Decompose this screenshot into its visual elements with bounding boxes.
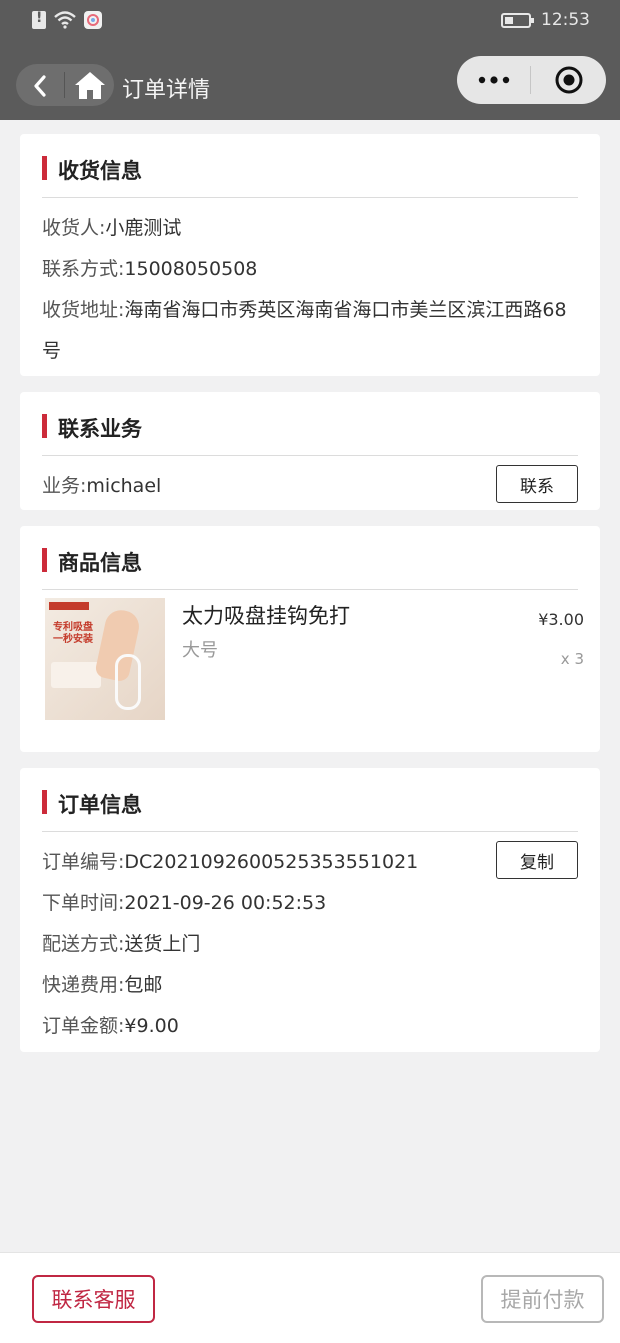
sales-contact-card: 联系业务 业务:michael 联系 [20, 392, 600, 510]
hook-illustration [115, 654, 141, 710]
more-dots-icon [478, 76, 509, 84]
app-notification-icon [84, 11, 102, 29]
status-icons-left [32, 10, 102, 29]
phone-label: 联系方式: [42, 258, 125, 280]
sim-alert-icon [32, 10, 46, 29]
battery-icon [501, 12, 534, 28]
receiver-value: 小鹿测试 [105, 217, 182, 239]
feature-icons [51, 662, 101, 688]
page-title: 订单详情 [122, 78, 211, 103]
order-time-row: 下单时间:2021-09-26 00:52:53 [42, 883, 326, 923]
status-time: 12:53 [541, 10, 590, 30]
miniprogram-capsule [457, 56, 606, 104]
status-bar: 12:53 [0, 0, 620, 44]
shipping-fee-label: 快递费用: [42, 974, 125, 996]
target-circle-icon [555, 66, 582, 94]
product-price: ¥3.00 [538, 610, 584, 629]
product-name[interactable]: 太力吸盘挂钩免打 [182, 600, 350, 630]
nav-divider [64, 72, 65, 98]
section-header: 联系业务 [42, 414, 578, 456]
order-number-value: DC2021092600525353551021 [124, 851, 419, 873]
product-image[interactable]: 专利吸盘 一秒安装 [45, 598, 165, 720]
contact-customer-service-button[interactable]: 联系客服 [32, 1275, 155, 1323]
bottom-action-bar: 联系客服 提前付款 [0, 1252, 620, 1343]
brand-tag [49, 602, 89, 610]
phone-row: 联系方式:15008050508 [42, 249, 257, 289]
section-header: 订单信息 [42, 790, 578, 832]
sales-row: 业务:michael [42, 466, 161, 506]
section-title: 订单信息 [58, 793, 142, 817]
order-amount-value: ¥9.00 [124, 1015, 179, 1037]
section-title: 商品信息 [58, 551, 142, 575]
section-accent-bar [42, 414, 47, 438]
order-number-label: 订单编号: [42, 851, 125, 873]
receiver-row: 收货人:小鹿测试 [42, 208, 181, 248]
home-icon [75, 72, 105, 99]
copy-order-number-button[interactable]: 复制 [496, 841, 578, 879]
section-accent-bar [42, 548, 47, 572]
chevron-left-icon [34, 75, 46, 97]
product-info-card: 商品信息 专利吸盘 一秒安装 太力吸盘挂钩免打 大号 ¥3.00 x 3 [20, 526, 600, 752]
order-amount-label: 订单金额: [42, 1015, 125, 1037]
phone-value: 15008050508 [124, 258, 258, 280]
close-miniprogram-button[interactable] [531, 56, 606, 104]
receiver-label: 收货人: [42, 217, 106, 239]
prepay-button[interactable]: 提前付款 [481, 1275, 604, 1323]
order-amount-row: 订单金额:¥9.00 [42, 1006, 179, 1046]
wifi-icon [54, 11, 76, 29]
nav-bar: 订单详情 [0, 44, 620, 120]
section-accent-bar [42, 156, 47, 180]
sales-name: michael [86, 475, 162, 497]
product-quantity: x 3 [560, 650, 584, 668]
order-time-label: 下单时间: [42, 892, 125, 914]
order-time-value: 2021-09-26 00:52:53 [124, 892, 327, 914]
delivery-row: 配送方式:送货上门 [42, 924, 200, 964]
order-number-row: 订单编号:DC2021092600525353551021 [42, 842, 418, 882]
delivery-value: 送货上门 [124, 933, 201, 955]
more-button[interactable] [457, 56, 530, 104]
home-button[interactable] [70, 66, 110, 104]
sales-label: 业务: [42, 475, 87, 497]
shipping-fee-row: 快递费用:包邮 [42, 965, 162, 1005]
address-row: 收货地址:海南省海口市秀英区海南省海口市美兰区滨江西路68号 [42, 290, 572, 372]
section-accent-bar [42, 790, 47, 814]
product-spec: 大号 [182, 640, 218, 661]
product-image-text: 专利吸盘 一秒安装 [53, 622, 93, 645]
section-title: 联系业务 [58, 417, 142, 441]
status-icons-right: 12:53 [501, 10, 590, 30]
address-label: 收货地址: [42, 299, 125, 321]
order-info-card: 订单信息 订单编号:DC2021092600525353551021 复制 下单… [20, 768, 600, 1052]
section-header: 收货信息 [42, 156, 578, 198]
shipping-fee-value: 包邮 [124, 974, 163, 996]
section-header: 商品信息 [42, 548, 578, 590]
section-title: 收货信息 [58, 159, 142, 183]
shipping-info-card: 收货信息 收货人:小鹿测试 联系方式:15008050508 收货地址:海南省海… [20, 134, 600, 376]
delivery-label: 配送方式: [42, 933, 125, 955]
back-button[interactable] [20, 68, 60, 104]
contact-sales-button[interactable]: 联系 [496, 465, 578, 503]
